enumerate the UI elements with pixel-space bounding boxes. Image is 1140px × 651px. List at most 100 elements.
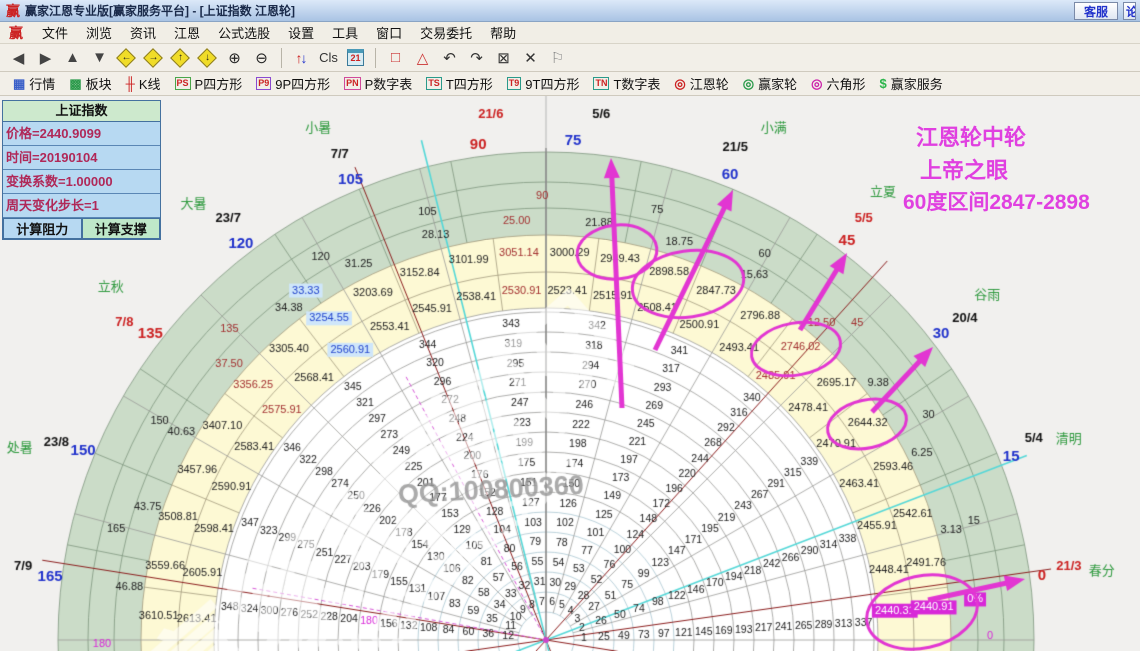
shift-right-button[interactable]: → xyxy=(141,47,166,69)
quotes-icon: ▦ xyxy=(13,75,26,91)
grid-cross-button[interactable]: ⊠ xyxy=(491,47,516,69)
tool-winner-service[interactable]: $ 赢家服务 xyxy=(873,73,950,95)
tool-label: 赢家轮 xyxy=(758,77,798,92)
focus-center-button[interactable]: ✕ xyxy=(518,47,543,69)
tool-winner-wheel[interactable]: ◎ 赢家轮 xyxy=(736,73,804,95)
menu-item-browse[interactable]: 浏览 xyxy=(77,23,121,42)
zoom-out-button[interactable]: ⊖ xyxy=(249,47,274,69)
toolbar-separator xyxy=(375,47,376,68)
arc-ccw-button[interactable]: ↶ xyxy=(437,47,462,69)
menu-item-trade[interactable]: 交易委托 xyxy=(411,23,481,42)
p-number-table-icon: PN xyxy=(344,77,361,90)
tool-p-number-table[interactable]: PN P数字表 xyxy=(337,73,419,95)
clipped-edge-button[interactable]: 论坛 xyxy=(1123,1,1136,20)
tool-9t-square[interactable]: T9 9T四方形 xyxy=(500,73,587,95)
app-window: 赢 赢家江恩专业版[赢家服务平台] - [上证指数 江恩轮] 客服 论坛 赢 文… xyxy=(0,0,1140,651)
chart-area: 上证指数 价格=2440.9099 时间=20190104 变换系数=1.00000… xyxy=(0,96,1140,651)
app-logo-icon: 赢 xyxy=(6,2,20,19)
hexagon-icon: ◎ xyxy=(811,75,823,91)
menu-item-window[interactable]: 窗口 xyxy=(367,23,411,42)
info-panel: 上证指数 价格=2440.9099 时间=20190104 变换系数=1.00000… xyxy=(2,100,161,240)
menu-logo-icon: 赢 xyxy=(9,24,23,41)
t-square-icon: TS xyxy=(426,77,442,90)
info-row: 时间=20190104 xyxy=(3,146,160,170)
menu-item-tools[interactable]: 工具 xyxy=(323,23,367,42)
sectors-icon: ▩ xyxy=(69,75,82,91)
tool-label: P数字表 xyxy=(364,77,413,92)
tool-label: 江恩轮 xyxy=(689,77,729,92)
symbol-name: 上证指数 xyxy=(3,101,160,122)
tool-t-number-table[interactable]: TN T数字表 xyxy=(586,73,667,95)
tool-t-square[interactable]: TS T四方形 xyxy=(419,73,499,95)
menu-item-help[interactable]: 帮助 xyxy=(481,23,525,42)
info-row: 价格=2440.9099 xyxy=(3,122,160,146)
tool-quotes[interactable]: ▦ 行情 xyxy=(6,73,62,95)
cls-label: Cls xyxy=(319,50,338,65)
arrow-icon: ↓ xyxy=(205,52,210,63)
tool-p-square[interactable]: PS P四方形 xyxy=(168,73,250,95)
arrow-icon: ↑ xyxy=(178,52,183,63)
step-up-button[interactable]: ▲ xyxy=(60,47,85,69)
menu-item-gann[interactable]: 江恩 xyxy=(165,23,209,42)
kline-icon: ╫ xyxy=(125,76,135,91)
calc-resistance-button[interactable]: 计算阻力 xyxy=(3,218,82,239)
winner-wheel-icon: ◎ xyxy=(742,75,755,91)
arc-cw-button[interactable]: ↷ xyxy=(464,47,489,69)
draw-triangle-button[interactable]: △ xyxy=(410,47,435,69)
tool-label: T四方形 xyxy=(445,77,493,92)
window-title: 赢家江恩专业版[赢家服务平台] - [上证指数 江恩轮] xyxy=(25,4,295,18)
tool-label: 9P四方形 xyxy=(275,77,331,92)
clear-flag-button[interactable]: ⚐ xyxy=(545,47,570,69)
tool-kline[interactable]: ╫ K线 xyxy=(119,73,168,95)
customer-service-button[interactable]: 客服 xyxy=(1073,1,1118,20)
tool-gann-wheel[interactable]: ◎ 江恩轮 xyxy=(667,73,735,95)
info-row: 变换系数=1.00000 xyxy=(3,170,160,194)
tool-label: 板块 xyxy=(85,77,112,92)
draw-square-button[interactable]: □ xyxy=(383,47,408,69)
9p-square-icon: P9 xyxy=(256,77,272,90)
arrow-icon: → xyxy=(148,52,159,63)
page-prev-button[interactable]: ◀ xyxy=(6,47,31,69)
page-next-button[interactable]: ▶ xyxy=(33,47,58,69)
gann-wheel-icon: ◎ xyxy=(674,75,686,91)
9t-square-icon: T9 xyxy=(506,77,522,90)
tool-label: 9T四方形 xyxy=(525,77,580,92)
menu-bar: 赢 文件 浏览 资讯 江恩 公式选股 设置 工具 窗口 交易委托 帮助 xyxy=(0,22,1140,44)
tool-9p-square[interactable]: P9 9P四方形 xyxy=(249,73,337,95)
tool-label: T数字表 xyxy=(613,77,661,92)
annotation-wheel-in-wheel: 江恩轮中轮 xyxy=(916,125,1027,150)
winner-service-icon: $ xyxy=(879,76,887,91)
scale-updown-button[interactable]: ↑ ↓ xyxy=(289,47,314,69)
arrow-icon: ← xyxy=(121,52,132,63)
title-bar: 赢 赢家江恩专业版[赢家服务平台] - [上证指数 江恩轮] 客服 论坛 xyxy=(0,0,1140,22)
menu-item-settings[interactable]: 设置 xyxy=(279,23,323,42)
shift-down-button[interactable]: ↓ xyxy=(195,47,220,69)
tool-label: 六角形 xyxy=(826,77,866,92)
main-toolbar: ◀ ▶ ▲ ▼ ← → ↑ ↓ ⊕ ⊖ ↑ ↓ Cls 21 □ △ ↶ ↷ ⊠ ✕ ⚐ xyxy=(0,44,1140,72)
annotation-eye-of-god: 上帝之眼 xyxy=(920,158,1009,183)
t-number-table-icon: TN xyxy=(593,77,610,90)
annotation-60deg-range: 60度区间2847-2898 xyxy=(903,191,1090,214)
tool-hexagon[interactable]: ◎ 六角形 xyxy=(804,73,872,95)
tool-label: 赢家服务 xyxy=(890,77,943,92)
calendar-icon: 21 xyxy=(347,49,364,66)
tool-label: 行情 xyxy=(29,77,56,92)
step-down-button[interactable]: ▼ xyxy=(87,47,112,69)
toolbar-separator xyxy=(281,47,282,68)
tool-label: P四方形 xyxy=(194,77,243,92)
down-arrow-icon: ↓ xyxy=(300,49,308,66)
zoom-in-button[interactable]: ⊕ xyxy=(222,47,247,69)
calendar-button[interactable]: 21 xyxy=(343,47,368,69)
tool-label: K线 xyxy=(138,77,161,92)
menu-item-news[interactable]: 资讯 xyxy=(121,23,165,42)
tool-sectors[interactable]: ▩ 板块 xyxy=(62,73,118,95)
calc-support-button[interactable]: 计算支撑 xyxy=(81,218,160,239)
info-row: 周天变化步长=1 xyxy=(3,194,160,218)
menu-item-formula-picker[interactable]: 公式选股 xyxy=(209,23,279,42)
shift-left-button[interactable]: ← xyxy=(114,47,139,69)
p-square-icon: PS xyxy=(174,77,191,90)
gann-tools-toolbar: ▦ 行情 ▩ 板块 ╫ K线 PS P四方形 P9 9P四方形 PN P数字表 TS T四方形 T9 9T四方… xyxy=(0,72,1140,96)
shift-up-button[interactable]: ↑ xyxy=(168,47,193,69)
cls-button[interactable]: Cls xyxy=(316,47,341,69)
menu-item-file[interactable]: 文件 xyxy=(33,23,77,42)
